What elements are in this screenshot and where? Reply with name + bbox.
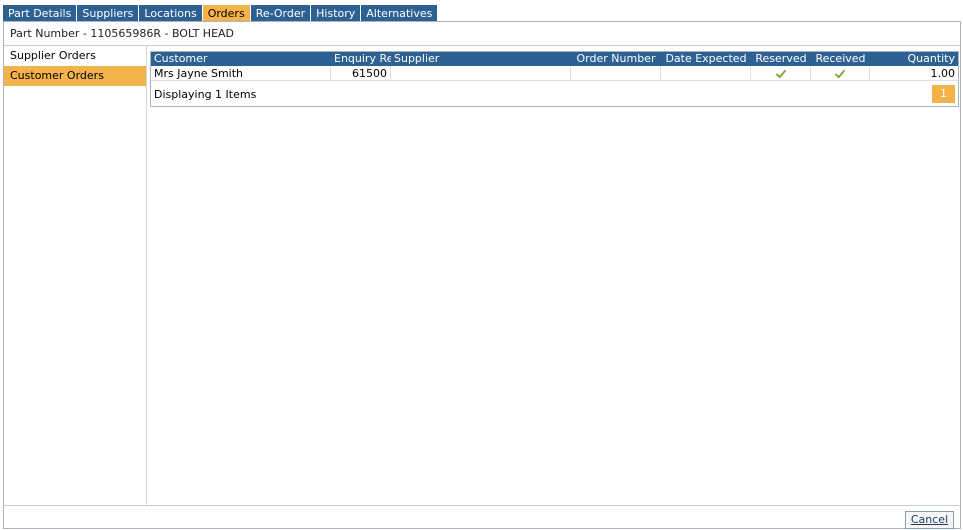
orders-panel: Part Number - 110565986R - BOLT HEAD Sup…: [3, 21, 961, 529]
tab-history[interactable]: History: [311, 5, 361, 22]
column-header-enquiry-ref[interactable]: Enquiry Ref: [331, 52, 391, 66]
cell-enquiry-ref: 61500: [331, 66, 391, 80]
orders-sidebar: Supplier Orders Customer Orders: [4, 46, 147, 506]
cell-received: [811, 66, 870, 80]
tab-alternatives[interactable]: Alternatives: [361, 5, 438, 22]
cell-customer: Mrs Jayne Smith: [151, 66, 331, 80]
cell-supplier: [391, 66, 571, 80]
tab-orders[interactable]: Orders: [202, 5, 250, 22]
cell-reserved: [751, 66, 811, 80]
tab-part-details[interactable]: Part Details: [3, 5, 77, 22]
part-number-header: Part Number - 110565986R - BOLT HEAD: [4, 22, 960, 46]
table-row[interactable]: Mrs Jayne Smith 61500 1.00: [151, 66, 958, 81]
column-header-reserved[interactable]: Reserved: [751, 52, 811, 66]
column-header-supplier[interactable]: Supplier: [391, 52, 571, 66]
grid-header-row: Customer Enquiry Ref Supplier Order Numb…: [151, 52, 958, 66]
cell-order-number: [571, 66, 661, 80]
grid-pager: Displaying 1 Items 1: [151, 83, 958, 106]
tab-bar: Part Details Suppliers Locations Orders …: [3, 5, 438, 22]
column-header-date-expected[interactable]: Date Expected: [661, 52, 751, 66]
sidebar-item-supplier-orders[interactable]: Supplier Orders: [4, 46, 146, 66]
cell-quantity: 1.00: [930, 67, 956, 80]
tab-suppliers[interactable]: Suppliers: [77, 5, 139, 22]
sidebar-item-customer-orders[interactable]: Customer Orders: [4, 66, 146, 86]
column-header-received[interactable]: Received: [811, 52, 870, 66]
customer-orders-grid: Customer Enquiry Ref Supplier Order Numb…: [150, 51, 959, 107]
cell-date-expected: [661, 66, 751, 80]
cancel-button[interactable]: Cancel: [905, 511, 954, 529]
column-header-customer[interactable]: Customer: [151, 52, 331, 66]
page-button-current[interactable]: 1: [932, 85, 955, 103]
action-bar: Cancel: [4, 505, 960, 529]
checkmark-icon: [835, 69, 845, 79]
items-count-label: Displaying 1 Items: [154, 88, 257, 101]
checkmark-icon: [775, 69, 786, 79]
tab-re-order[interactable]: Re-Order: [250, 5, 311, 22]
column-header-quantity[interactable]: Quantity: [870, 52, 958, 66]
column-header-order-number[interactable]: Order Number: [571, 52, 661, 66]
tab-locations[interactable]: Locations: [139, 5, 202, 22]
